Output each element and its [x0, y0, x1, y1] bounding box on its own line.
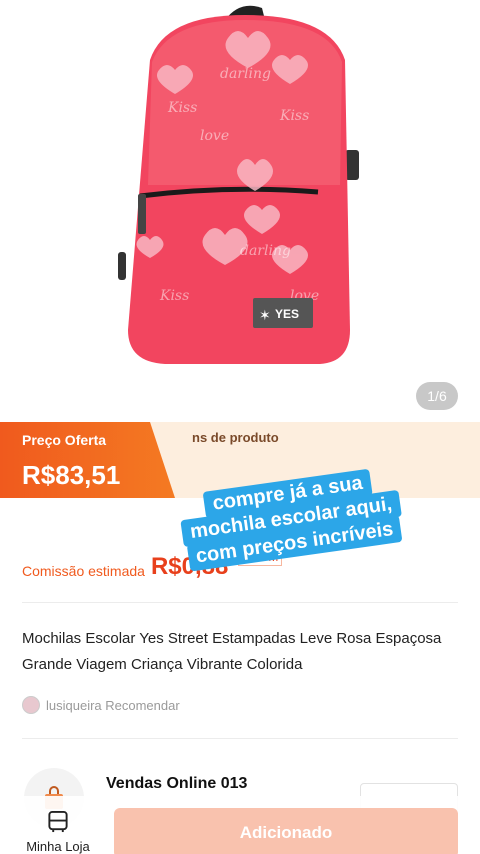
divider: [22, 602, 458, 603]
store-name[interactable]: Vendas Online 013: [106, 775, 247, 793]
price-value: R$83,51: [22, 460, 121, 490]
image-counter: 1/6: [416, 382, 458, 410]
svg-text:Kiss: Kiss: [279, 108, 309, 124]
price-label: Preço Oferta: [22, 432, 107, 448]
benefit-text: ns de produto: [192, 430, 279, 445]
my-store-nav[interactable]: Minha Loja: [16, 810, 100, 854]
backpack-image: Kiss Kiss darling darling Kiss love love…: [118, 5, 359, 364]
svg-text:darling: darling: [240, 243, 291, 259]
svg-text:Kiss: Kiss: [167, 100, 197, 116]
divider: [22, 738, 458, 739]
bottom-action-bar: Minha Loja Adicionado: [0, 796, 480, 854]
store-icon: [48, 810, 68, 833]
brand-tag: YES: [275, 307, 299, 321]
svg-text:love: love: [200, 128, 229, 144]
recommender-avatar: [22, 696, 40, 714]
commission-label: Comissão estimada: [22, 563, 145, 579]
recommend-row[interactable]: lusiqueira Recomendar: [22, 696, 180, 714]
recommend-text: lusiqueira Recomendar: [46, 697, 180, 713]
product-image-carousel[interactable]: Kiss Kiss darling darling Kiss love love…: [0, 0, 480, 422]
product-page: Kiss Kiss darling darling Kiss love love…: [0, 0, 480, 854]
svg-text:Kiss: Kiss: [159, 288, 189, 304]
svg-text:✶: ✶: [259, 307, 271, 323]
svg-text:darling: darling: [220, 66, 271, 82]
added-button[interactable]: Adicionado: [114, 808, 458, 854]
my-store-label: Minha Loja: [26, 839, 90, 854]
product-title: Mochilas Escolar Yes Street Estampadas L…: [22, 630, 442, 673]
